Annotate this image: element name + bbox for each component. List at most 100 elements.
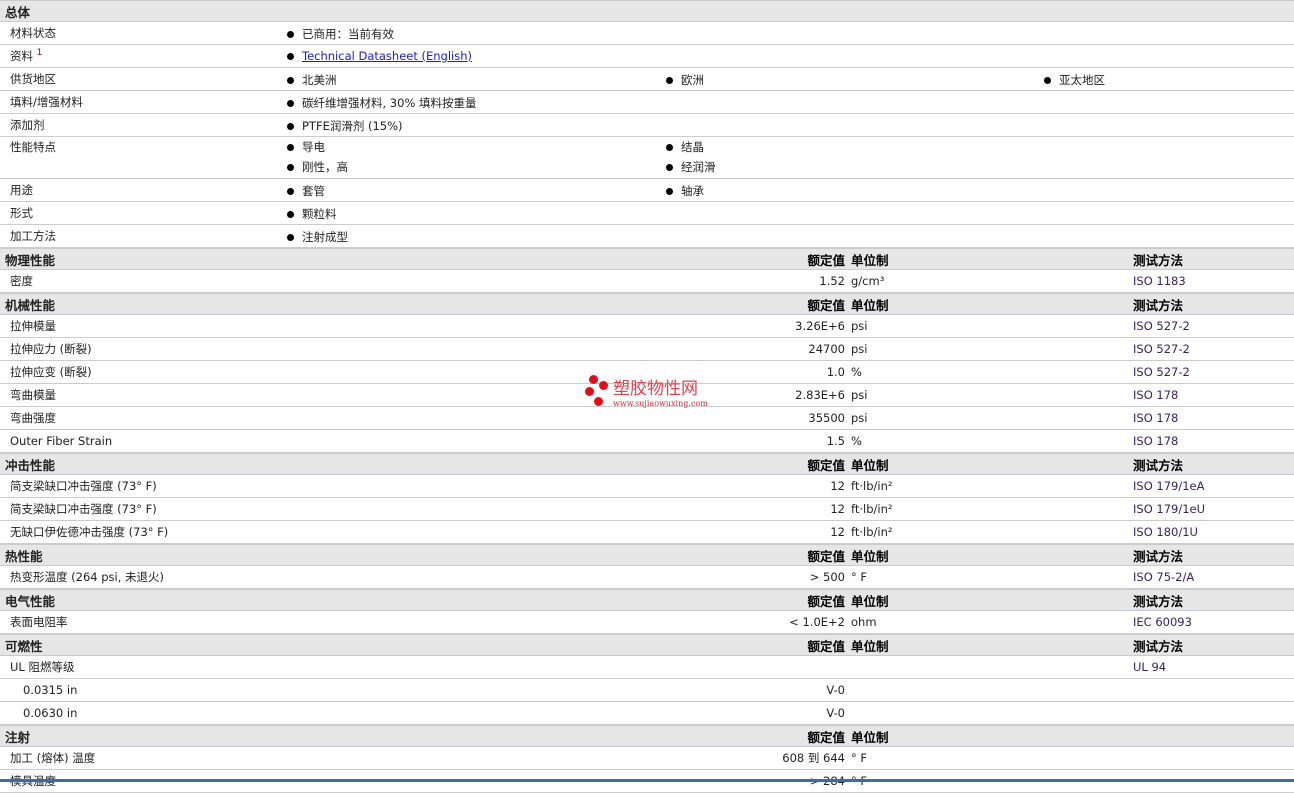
bullet-item: 亚太地区 <box>1044 72 1105 88</box>
value-column-header: 额定值 <box>807 252 845 268</box>
bullet-text: 套管 <box>302 184 325 198</box>
property-label: 简支梁缺口冲击强度 (73° F) <box>10 502 157 516</box>
section-header: 冲击性能 额定值 单位制 测试方法 <box>0 453 1294 475</box>
table-row: 形式 颗粒料 <box>0 202 1294 225</box>
property-unit: % <box>851 365 862 379</box>
test-method-column-header: 测试方法 <box>1133 252 1184 268</box>
property-label-text: 添加剂 <box>10 118 45 132</box>
test-method: ISO 178 <box>1133 434 1179 448</box>
test-method: ISO 1183 <box>1133 274 1186 288</box>
property-label: 0.0315 in <box>23 683 78 697</box>
section-title: 电气性能 <box>5 593 56 609</box>
property-value: 24700 <box>808 342 845 356</box>
bullet-text: 刚性，高 <box>302 160 348 174</box>
property-unit: ° F <box>851 751 868 765</box>
property-label-text: 性能特点 <box>10 140 56 154</box>
property-label: 加工方法 <box>0 228 287 244</box>
table-row: 0.0315 in V-0 <box>0 679 1294 702</box>
section-title: 冲击性能 <box>5 457 56 473</box>
bullet-item: 北美洲 <box>287 72 337 88</box>
section-header: 电气性能 额定值 单位制 测试方法 <box>0 589 1294 611</box>
table-row: 无缺口伊佐德冲击强度 (73° F) 12 ft·lb/in² ISO 180/1U <box>0 521 1294 544</box>
table-row: 加工方法 注射成型 <box>0 225 1294 248</box>
property-value: 608 到 644 <box>782 751 845 765</box>
section-header: 注射 额定值 单位制 <box>0 725 1294 747</box>
table-row: 材料状态 已商用：当前有效 <box>0 22 1294 45</box>
property-label-text: 用途 <box>10 183 33 197</box>
table-row: UL 阻燃等级 UL 94 <box>0 656 1294 679</box>
table-row: 0.0630 in V-0 <box>0 702 1294 725</box>
section-title: 可燃性 <box>5 638 43 654</box>
property-value: < 1.0E+2 <box>789 615 845 629</box>
bullet-text: 欧洲 <box>681 73 704 87</box>
table-row: 热变形温度 (264 psi, 未退火) > 500 ° F ISO 75-2/A <box>0 566 1294 589</box>
property-unit: psi <box>851 388 868 402</box>
property-value: 12 <box>830 479 845 493</box>
test-method: IEC 60093 <box>1133 615 1192 629</box>
property-label: 供货地区 <box>0 71 287 87</box>
test-method: ISO 527-2 <box>1133 319 1190 333</box>
section-header: 可燃性 额定值 单位制 测试方法 <box>0 634 1294 656</box>
property-label: 拉伸应力 (断裂) <box>10 342 92 356</box>
bullet-item: 刚性，高 <box>287 159 348 175</box>
test-method: UL 94 <box>1133 660 1167 674</box>
test-method: ISO 178 <box>1133 411 1179 425</box>
bullet-text: 碳纤维增强材料, 30% 填料按重量 <box>302 96 477 110</box>
bullet-text: PTFE润滑剂 (15%) <box>302 119 403 133</box>
property-value: 3.26E+6 <box>795 319 845 333</box>
unit-column-header: 单位制 <box>851 638 889 654</box>
bullet-text: 亚太地区 <box>1059 73 1105 87</box>
value-column-header: 额定值 <box>807 729 845 745</box>
property-label-text: 材料状态 <box>10 26 56 40</box>
property-unit: ohm <box>851 615 877 629</box>
property-label: 用途 <box>0 182 287 198</box>
property-label: 热变形温度 (264 psi, 未退火) <box>10 570 165 584</box>
property-label: 弯曲模量 <box>10 388 56 402</box>
property-label: UL 阻燃等级 <box>10 660 75 674</box>
property-label-text: 加工方法 <box>10 229 56 243</box>
datasheet-link[interactable]: Technical Datasheet (English) <box>302 49 472 63</box>
table-row: 加工 (熔体) 温度 608 到 644 ° F <box>0 747 1294 770</box>
property-label: 资料 1 <box>0 48 287 64</box>
bullet-item: 结晶 <box>666 139 704 155</box>
property-value: > 500 <box>809 570 845 584</box>
value-column-header: 额定值 <box>807 297 845 313</box>
property-unit: ft·lb/in² <box>851 525 893 539</box>
value-column-header: 额定值 <box>807 638 845 654</box>
unit-column-header: 单位制 <box>851 297 889 313</box>
property-label: 0.0630 in <box>23 706 78 720</box>
property-label: 拉伸应变 (断裂) <box>10 365 92 379</box>
property-label-text: 形式 <box>10 206 33 220</box>
test-method: ISO 179/1eA <box>1133 479 1205 493</box>
test-method: ISO 527-2 <box>1133 365 1190 379</box>
property-label-text: 资料 <box>10 49 33 63</box>
test-method-column-header: 测试方法 <box>1133 638 1184 654</box>
bullet-text: 导电 <box>302 140 325 154</box>
test-method-column-header: 测试方法 <box>1133 297 1184 313</box>
bullet-item: 套管 <box>287 183 325 199</box>
property-unit: ft·lb/in² <box>851 502 893 516</box>
table-row: 用途 套管 轴承 <box>0 179 1294 202</box>
watermark-dots-icon <box>585 375 613 407</box>
property-value: 1.0 <box>826 365 845 379</box>
property-value: 1.5 <box>826 434 845 448</box>
property-label: 简支梁缺口冲击强度 (73° F) <box>10 479 157 493</box>
table-row: 弯曲强度 35500 psi ISO 178 <box>0 407 1294 430</box>
bullet-item: 欧洲 <box>666 72 704 88</box>
property-label-text: 填料/增强材料 <box>10 95 83 109</box>
property-value: 1.52 <box>819 274 845 288</box>
property-value: V-0 <box>826 683 845 697</box>
property-label-text: 供货地区 <box>10 72 56 86</box>
property-value: 2.83E+6 <box>795 388 845 402</box>
bullet-item: 注射成型 <box>287 229 348 245</box>
property-value: 35500 <box>808 411 845 425</box>
test-method: ISO 527-2 <box>1133 342 1190 356</box>
test-method-column-header: 测试方法 <box>1133 593 1184 609</box>
unit-column-header: 单位制 <box>851 457 889 473</box>
unit-column-header: 单位制 <box>851 548 889 564</box>
property-value: 12 <box>830 525 845 539</box>
section-title: 机械性能 <box>5 297 56 313</box>
table-row: 简支梁缺口冲击强度 (73° F) 12 ft·lb/in² ISO 179/1eU <box>0 498 1294 521</box>
test-method: ISO 179/1eU <box>1133 502 1206 516</box>
bullet-text: 北美洲 <box>302 73 337 87</box>
